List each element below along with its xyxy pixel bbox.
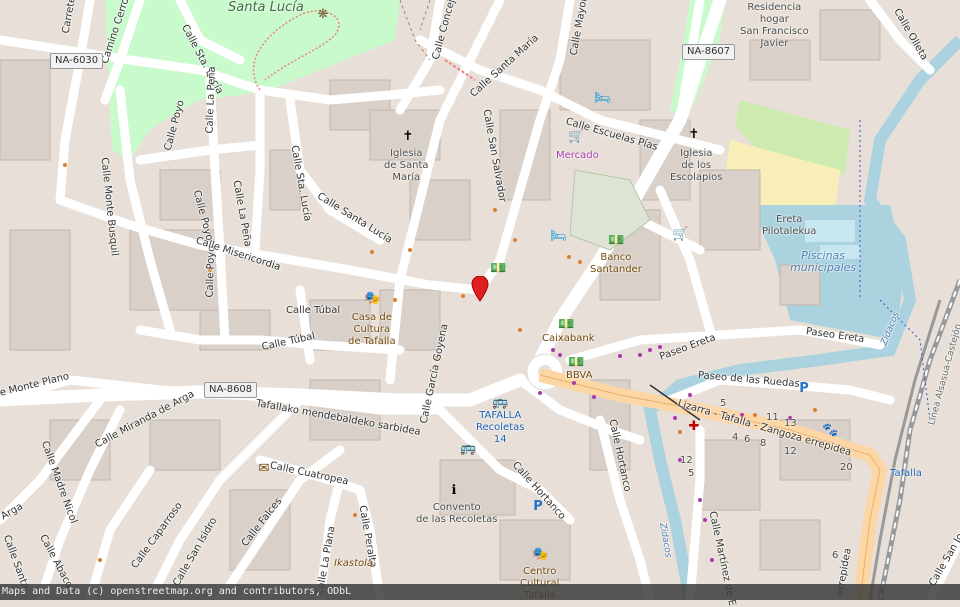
road-shield-na8608: NA-8608 — [204, 382, 258, 398]
church-icon[interactable]: ✝ — [400, 130, 416, 144]
street-label: Calle Túbal — [286, 305, 341, 316]
house-number: 6 — [832, 550, 839, 561]
shopping-cart-icon[interactable]: 🛒 — [672, 228, 688, 242]
poi-casa-cultura[interactable]: Casa de Cultura de Tafalla — [348, 312, 396, 348]
street-label: Calle La Peña — [204, 66, 218, 134]
poi-tafalla-station[interactable]: Tafalla — [890, 468, 922, 480]
hospital-icon[interactable]: ✚ — [686, 420, 702, 434]
house-number: 6 — [744, 434, 751, 445]
viewpoint-icon: ❋ — [317, 7, 329, 22]
house-number: 13 — [784, 418, 797, 429]
road-shield-na8607: NA-8607 — [682, 44, 736, 60]
bank-icon[interactable]: 💵 — [558, 318, 574, 332]
location-pin-icon[interactable] — [471, 276, 489, 302]
poi-banco-santander[interactable]: Banco Santander — [590, 252, 642, 276]
poi-caixabank[interactable]: Caixabank — [542, 333, 595, 345]
house-number: 4 — [732, 432, 739, 443]
bank-icon[interactable]: 💵 — [568, 356, 584, 370]
street-label: Calle Poyo — [204, 245, 218, 298]
parking-icon[interactable]: P — [796, 382, 812, 396]
info-icon[interactable]: ℹ — [446, 484, 462, 498]
bank-icon[interactable]: 💵 — [490, 262, 506, 276]
bus-stop-icon[interactable]: 🚌 — [492, 396, 508, 410]
poi-mercado[interactable]: Mercado — [556, 150, 599, 162]
post-office-icon[interactable]: ✉ — [256, 462, 272, 476]
house-number: 11 — [766, 412, 779, 423]
house-number: 12 — [680, 455, 693, 466]
poi-ereta[interactable]: Ereta Pilotalekua — [762, 214, 816, 238]
poi-bbva[interactable]: BBVA — [566, 370, 592, 382]
poi-piscinas[interactable]: Piscinas municipales — [790, 250, 856, 274]
theatre-icon[interactable]: 🎭 — [532, 548, 548, 562]
poi-ikastola[interactable]: Ikastola — [334, 558, 373, 570]
poi-tafalla-recoletas[interactable]: TAFALLA Recoletas 14 — [476, 410, 524, 446]
park-label-santa-lucia: Santa Lucía — [228, 0, 304, 15]
bed-icon[interactable]: 🛏 — [550, 230, 567, 244]
house-number: 20 — [840, 462, 853, 473]
bed-icon[interactable]: 🛏 — [594, 92, 611, 106]
market-icon[interactable]: 🛒 — [568, 130, 584, 144]
church-icon[interactable]: ✝ — [686, 128, 702, 142]
house-number: 12 — [784, 446, 797, 457]
poi-iglesia-santa-maria[interactable]: Iglesia de Santa María — [384, 148, 429, 184]
poi-convento[interactable]: Convento de las Recoletas — [416, 502, 497, 526]
poi-residencia[interactable]: Residencia hogar San Francisco Javier — [740, 2, 809, 50]
theatre-icon[interactable]: 🎭 — [364, 292, 380, 306]
bank-icon[interactable]: 💵 — [608, 234, 624, 248]
house-number: 5 — [688, 468, 695, 479]
map-attribution[interactable]: Maps and Data (c) openstreetmap.org and … — [0, 584, 960, 600]
bus-stop-icon[interactable]: 🚌 — [460, 442, 476, 456]
house-number: 8 — [760, 438, 767, 449]
road-shield-na6030: NA-6030 — [50, 53, 104, 69]
parking-icon[interactable]: P — [530, 500, 546, 514]
vet-icon[interactable]: 🐾 — [822, 424, 838, 438]
poi-iglesia-escolapios[interactable]: Iglesia de los Escolapios — [670, 148, 723, 184]
house-number: 5 — [720, 398, 727, 409]
